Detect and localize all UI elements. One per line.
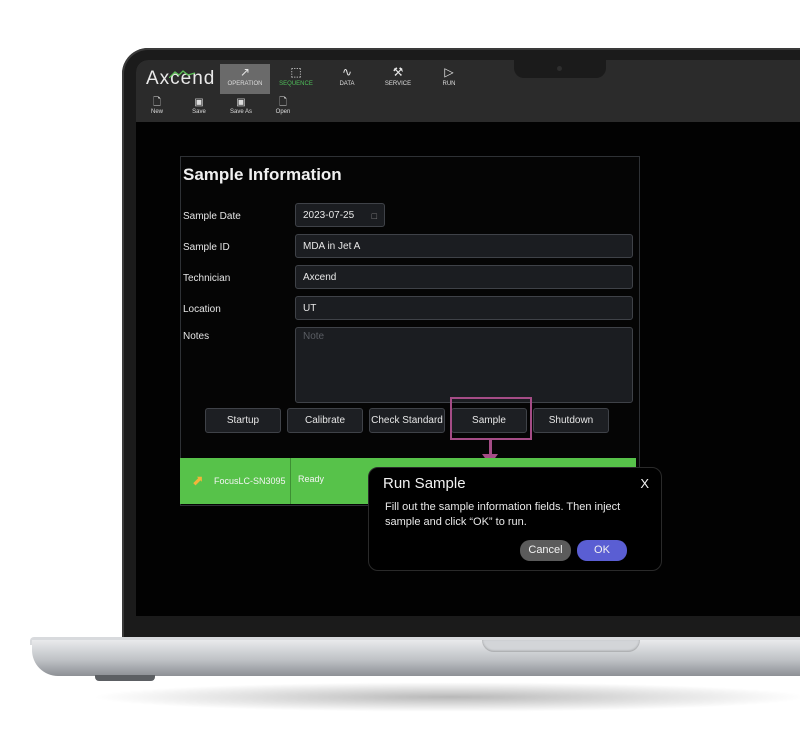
save-as-icon: ▣ (236, 97, 246, 108)
save-button[interactable]: ▣ Save (182, 96, 216, 120)
operation-icon: ↗ (239, 65, 251, 79)
dialog-title: Run Sample (383, 475, 466, 492)
new-file-icon: 🗋 (152, 97, 162, 108)
open-label: Open (275, 109, 291, 115)
sample-date-value: 2023-07-25 (303, 210, 355, 221)
cancel-button[interactable]: Cancel (520, 540, 571, 561)
tab-sequence[interactable]: ⬚ SEQUENCE (271, 64, 321, 94)
open-file-icon: 🗋 (278, 97, 288, 108)
tab-data-label: DATA (339, 81, 355, 87)
new-label: New (150, 109, 163, 115)
sample-date-label: Sample Date (183, 211, 241, 222)
sample-button-highlight (450, 397, 532, 440)
tab-service[interactable]: ⚒ SERVICE (373, 64, 423, 94)
laptop-base (32, 640, 800, 676)
calendar-icon[interactable]: □ (372, 204, 377, 228)
sequence-icon: ⬚ (290, 65, 302, 79)
tab-sequence-label: SEQUENCE (279, 81, 313, 87)
calibrate-button[interactable]: Calibrate (287, 408, 363, 433)
device-name: FocusLC-SN3095 (214, 476, 286, 486)
open-button[interactable]: 🗋 Open (266, 96, 300, 120)
axcend-logo: Axcend (146, 68, 215, 90)
panel-title: Sample Information (183, 165, 342, 184)
notes-field[interactable]: Note (295, 327, 633, 403)
tab-run-label: RUN (442, 81, 456, 87)
sample-information-panel: Sample Information Sample Date 2023-07-2… (180, 156, 640, 506)
app-toolbar: Axcend ↗ OPERATION ⬚ SEQUENCE ∿ DATA ⚒ S… (136, 60, 800, 122)
play-icon: ▷ (444, 65, 454, 79)
wrench-icon: ⚒ (392, 65, 404, 79)
save-as-button[interactable]: ▣ Save As (224, 96, 258, 120)
sample-id-field[interactable]: MDA in Jet A (295, 234, 633, 258)
device-area[interactable]: ⬈ FocusLC-SN3095 (180, 458, 291, 504)
laptop-foot (95, 675, 155, 681)
notes-label: Notes (183, 331, 210, 342)
camera-icon (557, 66, 562, 71)
dialog-message: Fill out the sample information fields. … (385, 501, 621, 528)
new-button[interactable]: 🗋 New (140, 96, 174, 120)
tab-operation-label: OPERATION (227, 81, 263, 87)
status-text: Ready (298, 474, 325, 484)
screen: Axcend ↗ OPERATION ⬚ SEQUENCE ∿ DATA ⚒ S… (136, 60, 800, 616)
technician-label: Technician (183, 273, 231, 284)
laptop-opening (482, 640, 640, 652)
shutdown-button[interactable]: Shutdown (533, 408, 609, 433)
location-field[interactable]: UT (295, 296, 633, 320)
save-icon: ▣ (194, 97, 204, 108)
tab-run[interactable]: ▷ RUN (424, 64, 474, 94)
tab-data[interactable]: ∿ DATA (322, 64, 372, 94)
sample-date-field[interactable]: 2023-07-25 □ (295, 203, 385, 227)
sample-id-label: Sample ID (183, 242, 230, 253)
logo-mountain-icon (169, 70, 195, 78)
save-label: Save (192, 109, 206, 115)
save-as-label: Save As (229, 109, 252, 115)
startup-button[interactable]: Startup (205, 408, 281, 433)
technician-field[interactable]: Axcend (295, 265, 633, 289)
check-standard-button[interactable]: Check Standard (369, 408, 445, 433)
close-icon[interactable]: X (640, 476, 649, 491)
tab-service-label: SERVICE (384, 81, 412, 87)
run-sample-dialog: Run Sample X Fill out the sample informa… (368, 467, 662, 571)
laptop-shadow (90, 682, 800, 712)
location-label: Location (183, 304, 221, 315)
connection-icon: ⬈ (192, 472, 204, 488)
data-icon: ∿ (341, 65, 353, 79)
tab-operation[interactable]: ↗ OPERATION (220, 64, 270, 94)
ok-button[interactable]: OK (577, 540, 627, 561)
